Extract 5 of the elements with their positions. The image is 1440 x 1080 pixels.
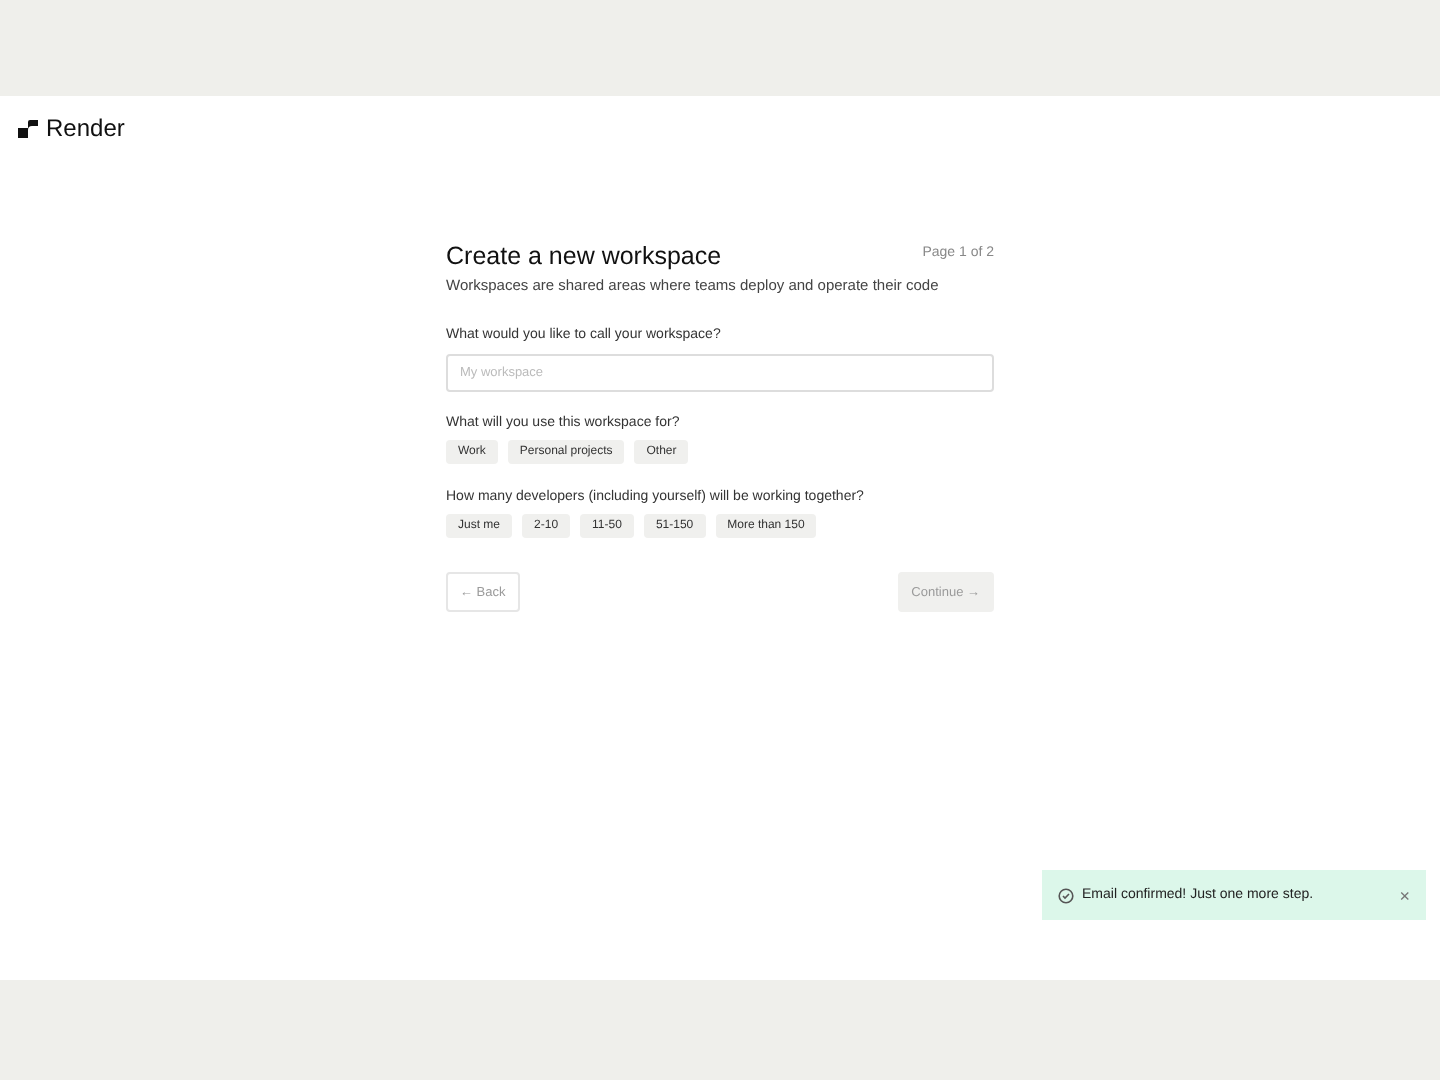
form-title: Create a new workspace bbox=[446, 242, 722, 270]
check-circle-icon bbox=[1058, 887, 1074, 903]
close-button[interactable]: × bbox=[1399, 885, 1410, 905]
brand-name: Render bbox=[46, 114, 125, 142]
logo-icon bbox=[18, 119, 38, 137]
